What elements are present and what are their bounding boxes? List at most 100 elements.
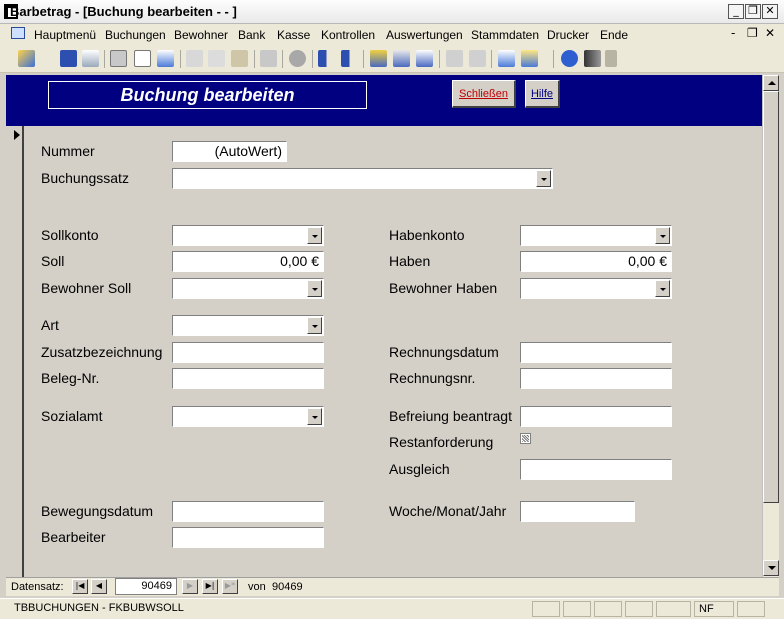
previous-record-button[interactable]: ◀: [91, 579, 107, 594]
delete-record-icon[interactable]: [469, 50, 486, 67]
soll-field[interactable]: 0,00 €: [172, 251, 324, 272]
help-label: Hilfe: [530, 88, 553, 100]
rechnungsnr-field[interactable]: [520, 368, 672, 389]
first-record-button[interactable]: |◀: [72, 579, 88, 594]
record-of-label: von: [248, 581, 266, 593]
restore-button[interactable]: ❐: [745, 4, 761, 19]
form-control-icon[interactable]: [11, 27, 25, 39]
menu-hauptmenue[interactable]: Hauptmenü: [34, 28, 96, 42]
bewohner-soll-combo[interactable]: [172, 278, 324, 299]
menu-auswertungen[interactable]: Auswertungen: [386, 28, 463, 42]
record-selector[interactable]: [6, 126, 24, 577]
close-button[interactable]: ✕: [762, 4, 778, 19]
toolbar: [0, 45, 784, 73]
save-icon[interactable]: [60, 50, 77, 67]
scroll-down-button[interactable]: [763, 560, 779, 576]
new-object-icon[interactable]: [521, 50, 538, 67]
toolbar-separator: [491, 50, 492, 68]
scroll-up-button[interactable]: [763, 75, 779, 91]
rechnungsnr-label: Rechnungsnr.: [389, 370, 476, 386]
bearbeiter-field[interactable]: [172, 527, 324, 548]
chevron-down-icon[interactable]: [307, 227, 322, 244]
chevron-down-icon[interactable]: [307, 280, 322, 297]
sort-descending-icon[interactable]: [341, 50, 358, 67]
menu-bank[interactable]: Bank: [238, 28, 265, 42]
apply-filter-icon[interactable]: [416, 50, 433, 67]
print-preview-icon[interactable]: [134, 50, 151, 67]
bewohner-haben-combo[interactable]: [520, 278, 672, 299]
menu-stammdaten[interactable]: Stammdaten: [471, 28, 539, 42]
woche-monat-jahr-field[interactable]: [520, 501, 635, 522]
last-record-button[interactable]: ▶|: [202, 579, 218, 594]
bewegungsdatum-field[interactable]: [172, 501, 324, 522]
chevron-down-icon[interactable]: [655, 280, 670, 297]
status-panel: [625, 601, 653, 617]
buchungssatz-label: Buchungssatz: [41, 170, 129, 186]
art-combo[interactable]: [172, 315, 324, 336]
mdi-close-button[interactable]: ✕: [765, 26, 775, 40]
habenkonto-combo[interactable]: [520, 225, 672, 246]
new-record-icon[interactable]: [446, 50, 463, 67]
menu-drucker[interactable]: Drucker: [547, 28, 589, 42]
record-number-input[interactable]: 90469: [115, 578, 177, 595]
arrow-up-icon: [768, 81, 776, 85]
find-icon[interactable]: [584, 50, 601, 67]
hyperlink-icon[interactable]: [289, 50, 306, 67]
restanforderung-label: Restanforderung: [389, 434, 494, 450]
status-panel: [532, 601, 560, 617]
bearbeiter-label: Bearbeiter: [41, 529, 106, 545]
ausgleich-field[interactable]: [520, 459, 672, 480]
sollkonto-combo[interactable]: [172, 225, 324, 246]
mdi-minimize-button[interactable]: -: [731, 26, 735, 40]
menu-bewohner[interactable]: Bewohner: [174, 28, 228, 42]
befreiung-beantragt-field[interactable]: [520, 406, 672, 427]
mdi-restore-button[interactable]: ❐: [747, 26, 758, 40]
zusatzbezeichnung-field[interactable]: [172, 342, 324, 363]
undo-icon[interactable]: [260, 50, 277, 67]
chevron-down-icon[interactable]: [307, 317, 322, 334]
close-form-label: Schließen: [459, 88, 508, 100]
design-view-icon[interactable]: [18, 50, 35, 67]
sollkonto-label: Sollkonto: [41, 227, 99, 243]
minimize-button[interactable]: _: [728, 4, 744, 19]
toolbar-separator: [180, 50, 181, 68]
sozialamt-combo[interactable]: [172, 406, 324, 427]
menu-kasse[interactable]: Kasse: [277, 28, 310, 42]
filter-by-selection-icon[interactable]: [370, 50, 387, 67]
bewegungsdatum-label: Bewegungsdatum: [41, 503, 154, 519]
help-icon[interactable]: [561, 50, 578, 67]
scroll-thumb[interactable]: [763, 91, 779, 503]
chevron-down-icon[interactable]: [536, 170, 551, 187]
chevron-down-icon[interactable]: [307, 408, 322, 425]
toolbar-options-icon[interactable]: [605, 50, 617, 67]
haben-field[interactable]: 0,00 €: [520, 251, 672, 272]
database-window-icon[interactable]: [498, 50, 515, 67]
close-form-button[interactable]: Schließen: [452, 80, 516, 108]
vertical-scrollbar[interactable]: [762, 75, 779, 577]
next-record-button[interactable]: ▶: [182, 579, 198, 594]
cut-icon[interactable]: [186, 50, 203, 67]
menu-buchungen[interactable]: Buchungen: [105, 28, 166, 42]
restanforderung-checkbox[interactable]: [520, 433, 531, 444]
nummer-field[interactable]: (AutoWert): [172, 141, 287, 162]
buchungssatz-combo[interactable]: [172, 168, 553, 189]
toolbar-separator: [439, 50, 440, 68]
sort-ascending-icon[interactable]: [318, 50, 335, 67]
nummer-label: Nummer: [41, 143, 95, 159]
chevron-down-icon[interactable]: [655, 227, 670, 244]
menu-ende[interactable]: Ende: [600, 28, 628, 42]
toolbar-separator: [254, 50, 255, 68]
print-icon[interactable]: [110, 50, 127, 67]
rechnungsdatum-field[interactable]: [520, 342, 672, 363]
menu-kontrollen[interactable]: Kontrollen: [321, 28, 375, 42]
toolbar-separator: [312, 50, 313, 68]
spellcheck-icon[interactable]: [157, 50, 174, 67]
filter-by-form-icon[interactable]: [393, 50, 410, 67]
beleg-nr-field[interactable]: [172, 368, 324, 389]
search-file-icon[interactable]: [82, 50, 99, 67]
copy-icon[interactable]: [208, 50, 225, 67]
new-record-button[interactable]: ▶*: [222, 579, 238, 594]
status-panel: [737, 601, 765, 617]
help-button[interactable]: Hilfe: [525, 80, 560, 108]
paste-icon[interactable]: [231, 50, 248, 67]
